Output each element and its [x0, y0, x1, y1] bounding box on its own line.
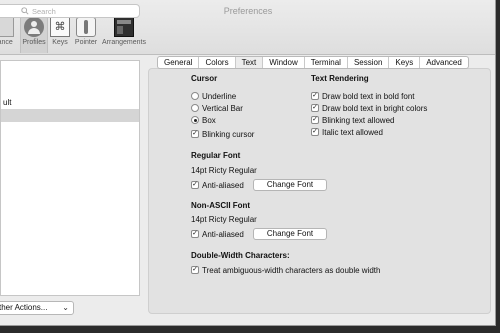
checkbox[interactable]: ✓ [311, 92, 319, 100]
double-width-label: Treat ambiguous-width characters as doub… [202, 265, 381, 275]
toolbar-profiles-label: Profiles [22, 39, 46, 46]
toolbar-keys[interactable]: Keys [50, 17, 70, 53]
regular-anti-aliased-label: Anti-aliased [202, 180, 244, 190]
search-input[interactable]: Search [0, 4, 140, 18]
checkbox[interactable]: ✓ [191, 266, 199, 274]
checkbox[interactable]: ✓ [191, 230, 199, 238]
toolbar-pointer-label: Pointer [74, 39, 98, 46]
tab-colors[interactable]: Colors [199, 57, 236, 68]
tab-terminal[interactable]: Terminal [305, 57, 348, 68]
checkbox[interactable]: ✓ [311, 128, 319, 136]
toolbar-pointer[interactable]: Pointer [72, 17, 100, 53]
tab-bar: General Colors Text Window Terminal Sess… [157, 56, 469, 69]
checkbox[interactable]: ✓ [311, 104, 319, 112]
cursor-box-label: Box [202, 115, 216, 125]
cursor-box-option[interactable]: Box [191, 115, 216, 125]
blinking-cursor-option[interactable]: ✓ Blinking cursor [191, 129, 254, 139]
non-ascii-change-font-button[interactable]: Change Font [253, 228, 327, 240]
radio-button[interactable] [191, 92, 199, 100]
regular-change-font-button[interactable]: Change Font [253, 179, 327, 191]
bold-font-option[interactable]: ✓ Draw bold text in bold font [311, 91, 415, 101]
search-placeholder: Search [32, 7, 56, 16]
profile-item-default[interactable]: ult [1, 96, 139, 109]
arrangements-icon [114, 17, 134, 37]
bold-font-label: Draw bold text in bold font [322, 91, 415, 101]
italic-text-label: Italic text allowed [322, 127, 383, 137]
non-ascii-anti-aliased-option[interactable]: ✓ Anti-aliased [191, 229, 244, 239]
profiles-icon [24, 17, 44, 37]
tab-advanced[interactable]: Advanced [420, 57, 468, 68]
profile-item-selected[interactable] [1, 109, 139, 122]
bright-colors-label: Draw bold text in bright colors [322, 103, 428, 113]
other-actions-dropdown[interactable]: ther Actions... ⌄ [0, 301, 74, 315]
blinking-cursor-label: Blinking cursor [202, 129, 255, 139]
blinking-text-option[interactable]: ✓ Blinking text allowed [311, 115, 394, 125]
regular-font-name: 14pt Ricty Regular [191, 166, 257, 175]
keys-icon [50, 17, 70, 37]
tab-window[interactable]: Window [263, 57, 305, 68]
checkbox[interactable]: ✓ [191, 181, 199, 189]
tab-session[interactable]: Session [348, 57, 390, 68]
chevron-down-icon: ⌄ [62, 303, 69, 312]
radio-button[interactable] [191, 104, 199, 112]
non-ascii-font-name: 14pt Ricty Regular [191, 215, 257, 224]
tab-text[interactable]: Text [235, 57, 264, 68]
cursor-underline-option[interactable]: Underline [191, 91, 236, 101]
regular-font-heading: Regular Font [191, 151, 241, 160]
tab-general[interactable]: General [158, 57, 200, 68]
cursor-vertical-bar-label: Vertical Bar [202, 103, 243, 113]
bright-colors-option[interactable]: ✓ Draw bold text in bright colors [311, 103, 427, 113]
cursor-underline-label: Underline [202, 91, 237, 101]
toolbar-appearance[interactable]: rance [0, 17, 18, 53]
toolbar-arrangements[interactable]: Arrangements [100, 17, 148, 53]
checkbox[interactable]: ✓ [191, 130, 199, 138]
text-rendering-heading: Text Rendering [311, 74, 369, 83]
tab-keys[interactable]: Keys [389, 57, 421, 68]
profile-list: ult [0, 60, 140, 296]
blinking-text-label: Blinking text allowed [322, 115, 395, 125]
preferences-window: Preferences rance Profiles Keys Pointer … [0, 0, 496, 326]
checkbox[interactable]: ✓ [311, 116, 319, 124]
double-width-option[interactable]: ✓ Treat ambiguous-width characters as do… [191, 265, 380, 275]
appearance-icon [0, 17, 14, 37]
non-ascii-anti-aliased-label: Anti-aliased [202, 229, 244, 239]
toolbar-appearance-label: rance [0, 39, 13, 46]
toolbar-keys-label: Keys [52, 39, 68, 46]
cursor-vertical-bar-option[interactable]: Vertical Bar [191, 103, 243, 113]
italic-text-option[interactable]: ✓ Italic text allowed [311, 127, 383, 137]
toolbar-profiles[interactable]: Profiles [20, 17, 48, 53]
other-actions-label: ther Actions... [0, 303, 48, 312]
toolbar-arrangements-label: Arrangements [102, 39, 146, 46]
radio-button-selected[interactable] [191, 116, 199, 124]
regular-anti-aliased-option[interactable]: ✓ Anti-aliased [191, 180, 244, 190]
pointer-icon [76, 17, 96, 37]
non-ascii-font-heading: Non-ASCII Font [191, 201, 251, 210]
cursor-heading: Cursor [191, 74, 218, 83]
double-width-heading: Double-Width Characters: [191, 251, 290, 260]
search-icon [21, 7, 29, 15]
